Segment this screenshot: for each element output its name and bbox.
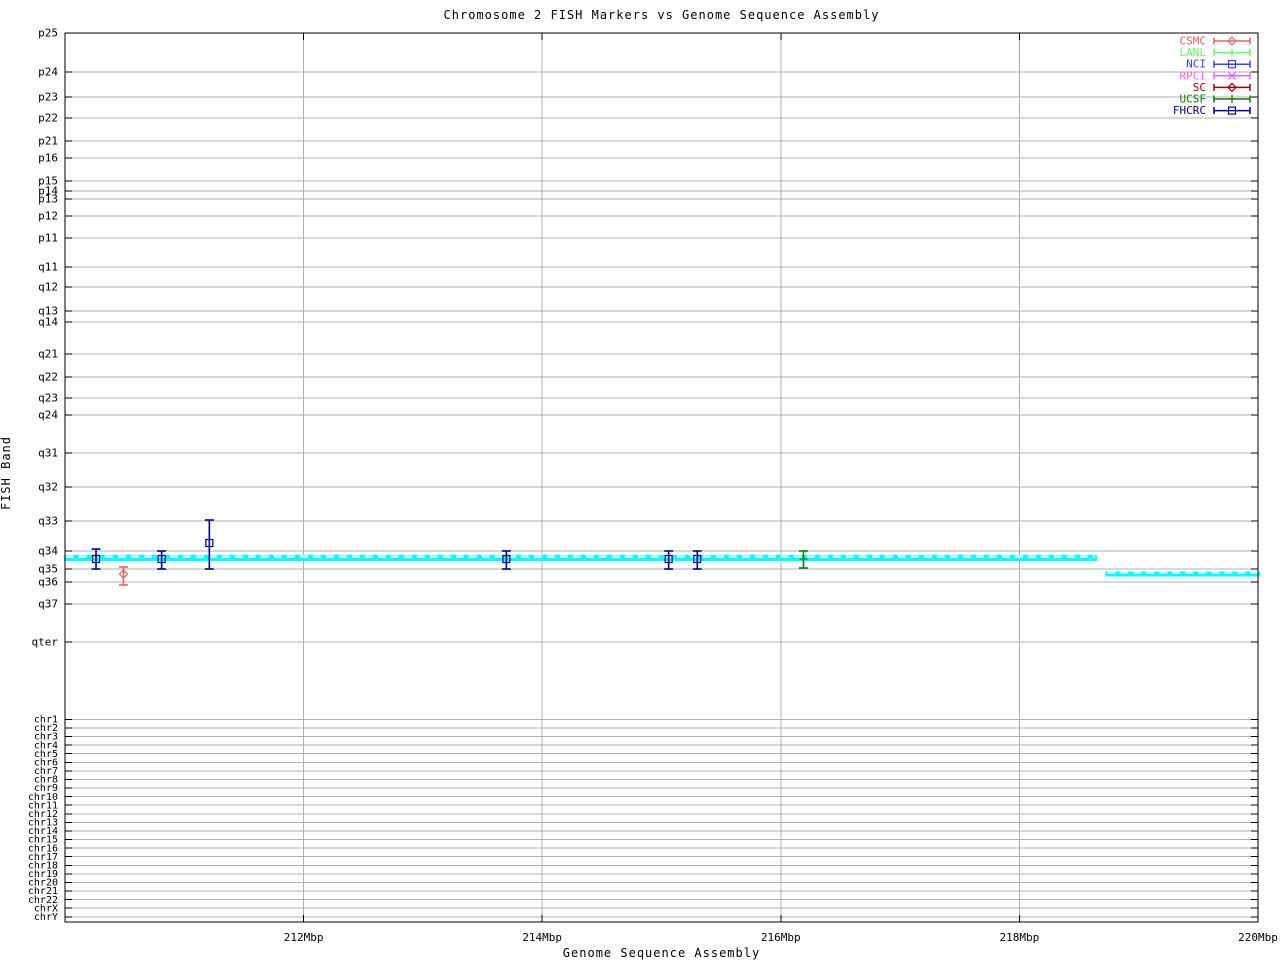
y-tick-label: p16	[38, 152, 58, 165]
plot-area: p25p24p23p22p21p16p15p14p13p12p11q11q12q…	[28, 27, 1278, 944]
y-tick-label: p13	[38, 193, 58, 206]
y-tick-label: q22	[38, 371, 58, 384]
y-tick-label: p25	[38, 27, 58, 40]
y-tick-label: q31	[38, 447, 58, 460]
y-tick-label: q35	[38, 563, 58, 576]
y-tick-label: p24	[38, 66, 58, 79]
x-tick-label: 212Mbp	[284, 931, 324, 944]
y-tick-label: p11	[38, 232, 58, 245]
y-tick-label: q23	[38, 392, 58, 405]
chart-root: Chromosome 2 FISH Markers vs Genome Sequ…	[0, 0, 1280, 960]
y-tick-label: q11	[38, 261, 58, 274]
y-tick-label: p21	[38, 135, 58, 148]
y-tick-label: q14	[38, 316, 58, 329]
y-tick-label: q33	[38, 515, 58, 528]
x-tick-label: 216Mbp	[761, 931, 801, 944]
plot-border	[64, 32, 1259, 923]
x-tick-label: 214Mbp	[522, 931, 562, 944]
y-tick-label: qter	[32, 636, 59, 649]
y-tick-label: q34	[38, 545, 58, 558]
y-tick-label: q12	[38, 281, 58, 294]
y-tick-label: p12	[38, 210, 58, 223]
y-tick-label: p23	[38, 91, 58, 104]
y-tick-label: q24	[38, 409, 58, 422]
y-tick-label: p22	[38, 112, 58, 125]
y-tick-label: q37	[38, 598, 58, 611]
legend-label-FHCRC: FHCRC	[1173, 104, 1206, 117]
y-tick-label: q21	[38, 348, 58, 361]
y-tick-label: q36	[38, 576, 58, 589]
x-tick-label: 218Mbp	[1000, 931, 1040, 944]
x-tick-label: 220Mbp	[1238, 931, 1278, 944]
chr-tick-label: chrY	[34, 912, 58, 923]
y-tick-label: q32	[38, 481, 58, 494]
